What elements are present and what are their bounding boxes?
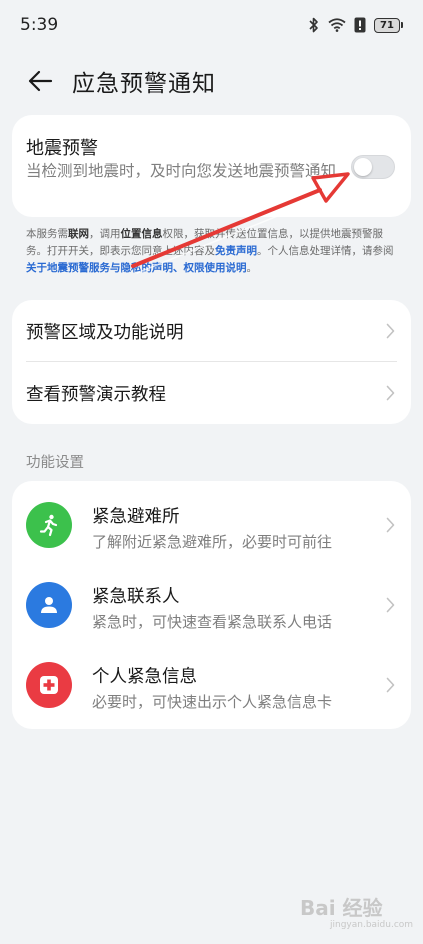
chevron-right-icon bbox=[386, 323, 395, 339]
earthquake-warning-title: 地震预警 bbox=[26, 138, 98, 159]
row-label: 查看预警演示教程 bbox=[26, 384, 166, 405]
privacy-statement-link[interactable]: 关于地震预警服务与隐私的声明、权限使用说明 bbox=[26, 262, 247, 274]
earthquake-warning-toggle[interactable] bbox=[351, 155, 395, 179]
wifi-icon bbox=[328, 18, 346, 32]
toggle-knob bbox=[354, 158, 372, 176]
disclaimer-link[interactable]: 免责声明 bbox=[215, 245, 257, 257]
back-button[interactable] bbox=[18, 59, 62, 103]
notice-text: 本服务需 bbox=[26, 228, 68, 240]
section-header: 功能设置 bbox=[26, 455, 84, 471]
function-subtitle: 了解附近紧急避难所，必要时可前往 bbox=[92, 533, 333, 551]
info-card: 预警区域及功能说明 查看预警演示教程 bbox=[12, 300, 411, 424]
chevron-right-icon bbox=[386, 517, 395, 533]
status-time: 5:39 bbox=[20, 15, 59, 35]
running-person-icon bbox=[26, 502, 72, 548]
notice-text: ，调用 bbox=[89, 228, 121, 240]
earthquake-warning-card: 地震预警 当检测到地震时，及时向您发送地震预警通知 bbox=[12, 115, 411, 217]
warning-area-info-row[interactable]: 预警区域及功能说明 bbox=[12, 300, 411, 362]
function-title: 紧急联系人 bbox=[92, 587, 180, 607]
demo-tutorial-row[interactable]: 查看预警演示教程 bbox=[12, 362, 411, 424]
battery-level: 71 bbox=[374, 17, 400, 33]
status-bar: 5:39 71 bbox=[0, 0, 423, 50]
emergency-contact-row[interactable]: 紧急联系人 紧急时，可快速查看紧急联系人电话 bbox=[12, 565, 411, 645]
emergency-shelter-row[interactable]: 紧急避难所 了解附近紧急避难所，必要时可前往 bbox=[12, 485, 411, 565]
bluetooth-icon bbox=[309, 17, 318, 33]
chevron-right-icon bbox=[386, 597, 395, 613]
chevron-right-icon bbox=[386, 385, 395, 401]
function-title: 个人紧急信息 bbox=[92, 667, 197, 687]
personal-emergency-info-row[interactable]: 个人紧急信息 必要时，可快速出示个人紧急信息卡 bbox=[12, 645, 411, 725]
row-label: 预警区域及功能说明 bbox=[26, 322, 184, 343]
back-arrow-icon bbox=[28, 70, 53, 92]
watermark: Bai 经验 bbox=[300, 896, 383, 920]
function-subtitle: 紧急时，可快速查看紧急联系人电话 bbox=[92, 613, 333, 631]
notice-bold-network: 联网 bbox=[68, 228, 89, 240]
medical-cross-icon bbox=[26, 662, 72, 708]
alert-icon bbox=[354, 17, 366, 33]
battery-indicator: 71 bbox=[374, 17, 403, 33]
page-title: 应急预警通知 bbox=[72, 71, 216, 97]
function-settings-card: 紧急避难所 了解附近紧急避难所，必要时可前往 紧急联系人 紧急时，可快速查看紧急… bbox=[12, 481, 411, 729]
app-header: 应急预警通知 bbox=[0, 58, 423, 104]
status-icons: 71 bbox=[308, 17, 403, 33]
chevron-right-icon bbox=[386, 677, 395, 693]
notice-bold-location: 位置信息 bbox=[120, 228, 163, 240]
contact-person-icon bbox=[26, 582, 72, 628]
earthquake-warning-description: 当检测到地震时，及时向您发送地震预警通知 bbox=[26, 162, 337, 180]
function-subtitle: 必要时，可快速出示个人紧急信息卡 bbox=[92, 693, 333, 711]
function-title: 紧急避难所 bbox=[92, 507, 180, 527]
service-notice: 本服务需联网，调用位置信息权限，获取并传送位置信息，以提供地震预警服务。打开开关… bbox=[26, 226, 398, 277]
watermark-subtext: jingyan.baidu.com bbox=[330, 920, 414, 930]
notice-text: 。个人信息处理详情，请参阅 bbox=[257, 245, 394, 257]
notice-text: 。 bbox=[246, 262, 258, 274]
